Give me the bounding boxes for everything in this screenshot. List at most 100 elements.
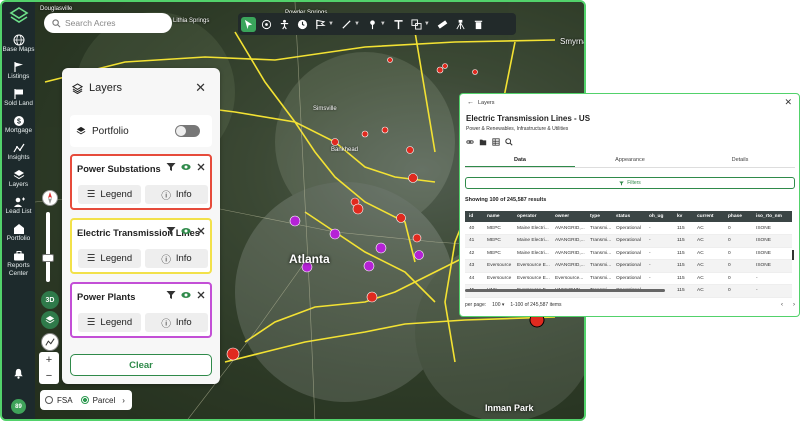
folder-add-icon[interactable] bbox=[479, 138, 487, 146]
close-icon[interactable] bbox=[196, 290, 206, 300]
table-row[interactable]: 42 MEPC Maine Electri... AVANGRID,... Transm… bbox=[465, 247, 792, 260]
results-count: Showing 100 of 245,587 results bbox=[465, 197, 547, 203]
column-header[interactable]: status bbox=[612, 211, 645, 222]
column-header[interactable]: current bbox=[693, 211, 724, 222]
tab-details[interactable]: Details bbox=[685, 154, 795, 167]
zoom-out-button[interactable]: − bbox=[46, 370, 52, 382]
per-page-select[interactable]: 100 ▾ bbox=[492, 302, 504, 308]
measure-point-tool-button[interactable] bbox=[259, 17, 274, 32]
sidebar-item-listings[interactable]: Listings bbox=[2, 61, 35, 81]
pin-tool-button[interactable] bbox=[365, 17, 380, 32]
layer-card-power-plants: Power Plants ☰ Legend ⓘ Info bbox=[70, 282, 212, 338]
eye-icon[interactable] bbox=[181, 162, 191, 172]
tab-data[interactable]: Data bbox=[465, 154, 575, 167]
filter-icon[interactable] bbox=[166, 226, 176, 236]
parcel-radio[interactable] bbox=[80, 396, 89, 404]
table-cell: - bbox=[645, 247, 673, 260]
info-button[interactable]: ⓘ Info bbox=[145, 313, 208, 332]
next-page-button[interactable]: › bbox=[793, 302, 795, 308]
left-sidebar: Base Maps Listings Sold Land $ Mortgage … bbox=[2, 2, 35, 419]
previous-page-button[interactable]: ‹ bbox=[781, 302, 783, 308]
fsa-radio[interactable] bbox=[45, 396, 53, 404]
layers-stack-button[interactable] bbox=[41, 311, 59, 329]
text-tool-button[interactable] bbox=[391, 17, 406, 32]
table-row[interactable]: 41 MEPC Maine Electri... AVANGRID,... Transm… bbox=[465, 234, 792, 248]
legend-button[interactable]: ☰ Legend bbox=[78, 185, 141, 204]
sidebar-item-portfolio[interactable]: Portfolio bbox=[2, 223, 35, 243]
horizontal-scrollbar[interactable] bbox=[465, 289, 665, 292]
column-header[interactable]: kv bbox=[673, 211, 693, 222]
chevron-down-icon[interactable]: ▼ bbox=[424, 21, 430, 27]
legend-button[interactable]: ☰ Legend bbox=[78, 313, 141, 332]
avatar[interactable]: 89 bbox=[11, 399, 26, 414]
table-row[interactable]: 43 Eversource Eversource E... AVANGRID,... T… bbox=[465, 259, 792, 273]
sidebar-item-base-maps[interactable]: Base Maps bbox=[2, 34, 35, 54]
eye-icon[interactable] bbox=[181, 226, 191, 236]
bell-icon[interactable] bbox=[13, 368, 24, 379]
search-box[interactable] bbox=[44, 13, 172, 33]
select-tool-button[interactable] bbox=[241, 16, 256, 32]
legend-button[interactable]: ☰ Legend bbox=[78, 249, 141, 268]
column-header[interactable]: phase bbox=[724, 211, 752, 222]
table-icon[interactable] bbox=[492, 138, 500, 146]
column-header[interactable]: type bbox=[586, 211, 612, 222]
filter-icon[interactable] bbox=[166, 290, 176, 300]
table-cell: AVANGRID,... bbox=[551, 259, 586, 273]
table-cell: Operational bbox=[612, 222, 645, 235]
history-tool-button[interactable] bbox=[295, 17, 310, 32]
column-header[interactable]: name bbox=[483, 211, 513, 222]
column-header[interactable]: owner bbox=[551, 211, 586, 222]
link-icon[interactable] bbox=[466, 138, 474, 146]
tripod-icon bbox=[456, 19, 465, 29]
search-icon[interactable] bbox=[505, 138, 513, 146]
line-tool-button[interactable] bbox=[339, 17, 354, 32]
tilt-slider[interactable] bbox=[46, 212, 50, 282]
close-icon[interactable] bbox=[196, 162, 206, 172]
close-icon[interactable]: ✕ bbox=[195, 80, 206, 96]
person-tool-button[interactable] bbox=[277, 17, 292, 32]
portfolio-toggle[interactable] bbox=[175, 125, 200, 137]
close-icon[interactable] bbox=[196, 226, 206, 236]
column-header[interactable]: oh_ug bbox=[645, 211, 673, 222]
sidebar-item-insights[interactable]: Insights bbox=[2, 142, 35, 162]
column-header[interactable]: operator bbox=[513, 211, 551, 222]
survey-tool-button[interactable] bbox=[453, 17, 468, 32]
ruler-tool-button[interactable] bbox=[435, 17, 450, 32]
close-icon[interactable]: ✕ bbox=[784, 97, 792, 108]
column-header[interactable]: id bbox=[465, 211, 483, 222]
filters-button[interactable]: Filters bbox=[465, 177, 795, 189]
info-button[interactable]: ⓘ Info bbox=[145, 249, 208, 268]
chevron-right-icon[interactable]: › bbox=[122, 396, 125, 405]
chevron-down-icon[interactable]: ▼ bbox=[380, 21, 386, 27]
sidebar-item-mortgage[interactable]: $ Mortgage bbox=[2, 115, 35, 135]
sidebar-item-lead-list[interactable]: Lead List bbox=[2, 196, 35, 216]
layer-card-title: Power Substations bbox=[77, 164, 161, 174]
back-to-layers-link[interactable]: ← Layers bbox=[467, 99, 495, 106]
vertical-scrollbar[interactable] bbox=[792, 250, 794, 260]
delete-tool-button[interactable] bbox=[471, 17, 486, 32]
info-button[interactable]: ⓘ Info bbox=[145, 185, 208, 204]
table-cell: - bbox=[645, 234, 673, 248]
shape-tool-button[interactable] bbox=[409, 17, 424, 32]
table-row[interactable]: 40 MEPC Maine Electri... AVANGRID,... Transm… bbox=[465, 222, 792, 235]
chevron-down-icon[interactable]: ▼ bbox=[328, 21, 334, 27]
filter-icon[interactable] bbox=[166, 162, 176, 172]
clear-button[interactable]: Clear bbox=[70, 354, 212, 376]
compass-icon[interactable] bbox=[42, 190, 58, 206]
table-row[interactable]: 44 Eversource Eversource E... Eversource...… bbox=[465, 272, 792, 285]
search-input[interactable] bbox=[65, 18, 165, 28]
sidebar-item-sold-land[interactable]: Sold Land bbox=[2, 88, 35, 108]
eye-icon[interactable] bbox=[181, 290, 191, 300]
column-header[interactable]: iso_rto_nm bbox=[752, 211, 792, 222]
sidebar-item-reports-center[interactable]: Reports Center bbox=[2, 250, 35, 278]
zoom-in-button[interactable]: + bbox=[46, 354, 52, 366]
app-logo-icon[interactable] bbox=[8, 6, 29, 26]
tilt-slider-handle[interactable] bbox=[42, 254, 54, 262]
measure-chart-button[interactable] bbox=[41, 333, 59, 351]
sidebar-item-label: Mortgage bbox=[5, 127, 32, 134]
flag-tool-button[interactable] bbox=[313, 17, 328, 32]
sidebar-item-layers[interactable]: Layers bbox=[2, 169, 35, 189]
chevron-down-icon[interactable]: ▼ bbox=[354, 21, 360, 27]
3d-toggle-button[interactable]: 3D bbox=[41, 291, 59, 309]
tab-appearance[interactable]: Appearance bbox=[575, 154, 685, 167]
